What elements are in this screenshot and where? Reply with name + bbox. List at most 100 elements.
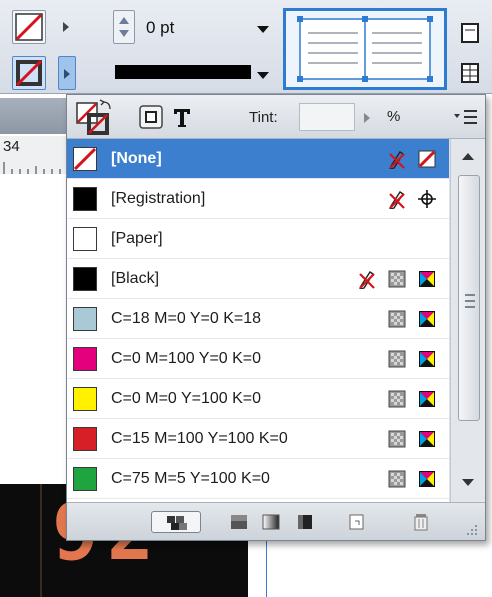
cmyk-icon bbox=[419, 311, 435, 327]
show-color-swatches-button[interactable] bbox=[227, 511, 251, 533]
frame-fitting-icon[interactable] bbox=[452, 0, 492, 94]
swatch-row[interactable]: [Registration] bbox=[67, 179, 449, 219]
fill-dropdown-arrow[interactable] bbox=[58, 10, 76, 44]
thumb-grip bbox=[465, 300, 475, 302]
swatch-name: [Paper] bbox=[111, 230, 163, 247]
solid-stroke-preview bbox=[115, 65, 251, 79]
swatch-name: C=15 M=100 Y=100 K=0 bbox=[111, 430, 288, 447]
text-columns-icon bbox=[297, 16, 433, 82]
swatch-color-chip bbox=[73, 347, 97, 371]
chevron-down-icon bbox=[257, 72, 269, 79]
scroll-down-icon[interactable] bbox=[461, 477, 475, 487]
stroke-weight-field[interactable]: 0 pt bbox=[138, 10, 276, 44]
document-tab-strip bbox=[0, 98, 70, 134]
new-swatch-icon bbox=[298, 515, 312, 529]
process-icon bbox=[388, 430, 406, 448]
swatch-name: [None] bbox=[111, 150, 162, 167]
tint-label: Tint: bbox=[249, 109, 278, 126]
swatch-name: C=75 M=5 Y=100 K=0 bbox=[111, 470, 270, 487]
chevron-right-icon bbox=[64, 69, 70, 79]
swatch-list-scrollbar[interactable] bbox=[450, 139, 485, 502]
stroke-dropdown-arrow[interactable] bbox=[58, 56, 76, 90]
swatch-color-chip bbox=[73, 147, 97, 171]
text-frame-columns-button[interactable] bbox=[283, 8, 447, 90]
thumb-grip bbox=[465, 294, 475, 296]
artwork-divider bbox=[40, 484, 42, 597]
swatch-row[interactable]: C=15 M=100 Y=100 K=0 bbox=[67, 419, 449, 459]
swatch-color-chip bbox=[73, 307, 97, 331]
swatch-row[interactable]: C=0 M=0 Y=100 K=0 bbox=[67, 379, 449, 419]
cmyk-icon bbox=[419, 351, 435, 367]
stroke-swatch-button[interactable] bbox=[12, 56, 46, 90]
show-all-swatches-icon bbox=[167, 516, 187, 530]
swatch-row[interactable]: [Black] bbox=[67, 259, 449, 299]
formatting-container-icon[interactable] bbox=[139, 105, 163, 129]
cmyk-icon bbox=[419, 471, 435, 487]
tint-slider-arrow-icon[interactable] bbox=[363, 112, 371, 124]
document-page bbox=[0, 174, 70, 484]
process-icon bbox=[388, 310, 406, 328]
tint-input[interactable] bbox=[299, 103, 355, 131]
process-icon bbox=[388, 350, 406, 368]
stroke-type-dropdown[interactable] bbox=[113, 56, 276, 90]
swatches-panel-header: Tint: % bbox=[67, 95, 485, 139]
swatch-name: C=18 M=0 Y=0 K=18 bbox=[111, 310, 262, 327]
chevron-right-icon bbox=[63, 22, 69, 32]
swatch-color-chip bbox=[73, 467, 97, 491]
swatch-color-chip bbox=[73, 187, 97, 211]
swatch-name: [Black] bbox=[111, 270, 160, 287]
pencil-cross-icon bbox=[389, 191, 405, 209]
swatch-name: C=0 M=100 Y=0 K=0 bbox=[111, 350, 262, 367]
ruler-number: 34 bbox=[3, 138, 20, 155]
stroke-none-swatch-icon bbox=[15, 59, 43, 87]
swatch-color-chip bbox=[73, 427, 97, 451]
swatch-row[interactable]: [Paper] bbox=[67, 219, 449, 259]
resize-grip-icon[interactable] bbox=[465, 523, 479, 537]
show-all-swatches-button[interactable] bbox=[151, 511, 201, 533]
panel-menu-icon[interactable] bbox=[451, 105, 481, 129]
registration-mark-icon bbox=[418, 190, 436, 208]
swatch-row[interactable]: [None] bbox=[67, 139, 449, 179]
process-icon bbox=[388, 270, 406, 288]
process-icon bbox=[388, 390, 406, 408]
horizontal-ruler: 34 bbox=[0, 136, 70, 174]
swatch-color-chip bbox=[73, 227, 97, 251]
color-swatches-icon bbox=[231, 515, 247, 529]
cmyk-icon bbox=[419, 391, 435, 407]
fill-swatch-button[interactable] bbox=[12, 10, 46, 44]
pencil-cross-icon bbox=[389, 151, 405, 169]
stepper-arrows-icon bbox=[119, 17, 129, 37]
ruler-ticks bbox=[3, 162, 61, 174]
new-swatch-page-button[interactable] bbox=[345, 511, 369, 533]
swatch-color-chip bbox=[73, 267, 97, 291]
trash-icon bbox=[414, 514, 428, 531]
new-swatch-button[interactable] bbox=[293, 511, 317, 533]
tint-unit: % bbox=[387, 108, 401, 125]
process-icon bbox=[388, 470, 406, 488]
stroke-weight-value: 0 pt bbox=[146, 18, 175, 37]
cmyk-icon bbox=[419, 431, 435, 447]
control-bar: 0 pt bbox=[0, 0, 492, 94]
formatting-text-icon[interactable] bbox=[171, 105, 193, 129]
swatches-panel: Tint: % [None] [Registration] [Paper] [Blac… bbox=[66, 94, 486, 541]
swatch-row[interactable]: C=75 M=5 Y=100 K=0 bbox=[67, 459, 449, 499]
new-page-icon bbox=[349, 514, 364, 530]
chevron-down-icon bbox=[257, 26, 269, 33]
delete-swatch-button[interactable] bbox=[409, 511, 433, 533]
swatch-name: C=0 M=0 Y=100 K=0 bbox=[111, 390, 262, 407]
scrollbar-thumb[interactable] bbox=[458, 175, 480, 421]
swatch-name: [Registration] bbox=[111, 190, 206, 207]
swatches-panel-footer bbox=[67, 502, 485, 540]
swatch-row[interactable]: C=0 M=100 Y=0 K=0 bbox=[67, 339, 449, 379]
frame-options-group bbox=[452, 0, 492, 94]
thumb-grip bbox=[465, 306, 475, 308]
scroll-up-icon[interactable] bbox=[461, 152, 475, 162]
stroke-weight-stepper[interactable] bbox=[113, 10, 135, 44]
swatch-row[interactable]: C=18 M=0 Y=0 K=18 bbox=[67, 299, 449, 339]
fill-stroke-proxy-icon[interactable] bbox=[73, 99, 113, 135]
show-gradient-swatches-button[interactable] bbox=[259, 511, 283, 533]
fill-none-swatch-icon bbox=[15, 13, 43, 41]
swatch-color-chip bbox=[73, 387, 97, 411]
cmyk-icon bbox=[419, 271, 435, 287]
gradient-swatches-icon bbox=[262, 514, 280, 530]
